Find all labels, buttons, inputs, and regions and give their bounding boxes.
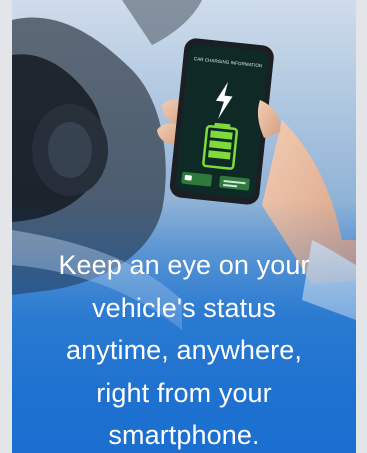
caption-line: right from your [96, 377, 272, 408]
page-frame: CAR CHARGING INFORMATION Keep an eye on … [0, 0, 367, 453]
car-icon [184, 175, 192, 181]
caption-line: anytime, anywhere, [66, 335, 302, 365]
caption-line: Keep an eye on your [58, 250, 310, 280]
hero-caption: Keep an eye on your vehicle's status any… [12, 244, 356, 453]
hero-card: CAR CHARGING INFORMATION Keep an eye on … [12, 0, 356, 453]
caption-line: vehicle's status [92, 292, 276, 323]
caption-line: smartphone. [108, 420, 260, 450]
